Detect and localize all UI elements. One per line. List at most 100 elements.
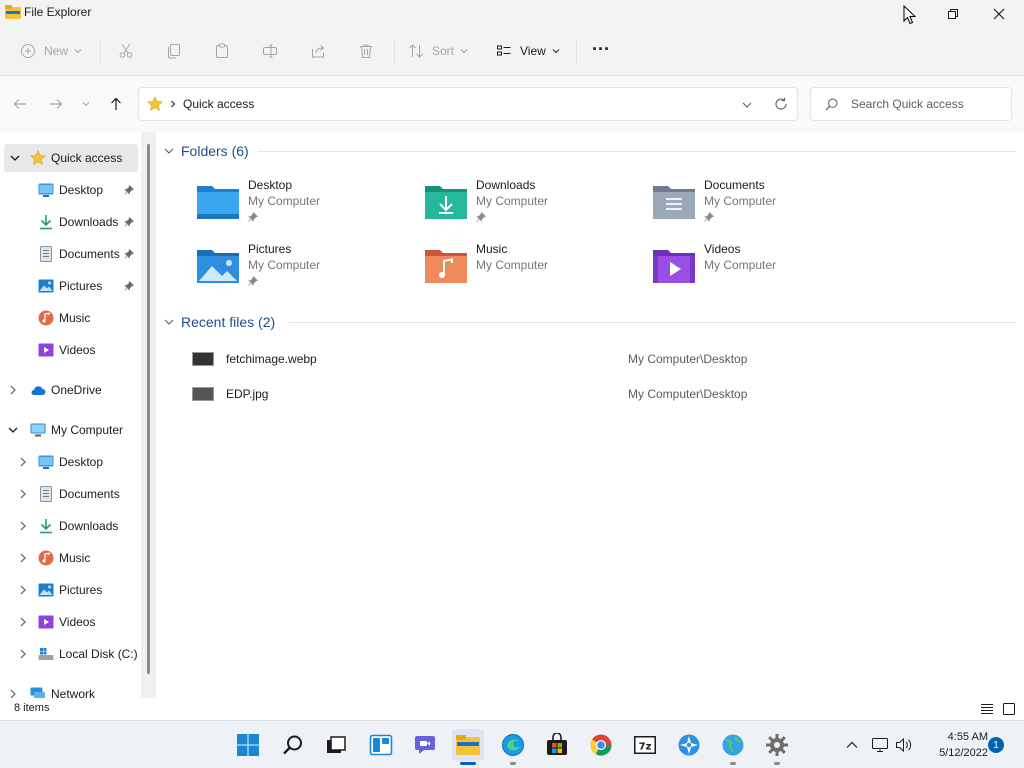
nav-label: Documents [59, 247, 120, 261]
nav-label: Quick access [51, 151, 123, 165]
chevron-right-icon[interactable] [18, 457, 28, 467]
nav-onedrive[interactable]: OneDrive [0, 376, 140, 404]
back-button[interactable] [10, 94, 30, 114]
chevron-down-icon[interactable] [164, 146, 174, 156]
search-button[interactable] [277, 729, 309, 761]
app-button[interactable] [717, 729, 749, 761]
command-bar: New Sort View ··· [0, 28, 1024, 76]
file-explorer-taskbar-button[interactable] [452, 729, 484, 761]
folder-tile-downloads[interactable]: Downloads My Computer [424, 176, 644, 232]
rename-button[interactable] [262, 38, 278, 64]
recent-locations-button[interactable] [76, 94, 96, 114]
store-button[interactable] [541, 729, 573, 761]
nav-qa-pictures[interactable]: Pictures [0, 272, 140, 300]
music-icon [38, 550, 54, 566]
app-button[interactable] [673, 729, 705, 761]
share-button[interactable] [310, 38, 326, 64]
nav-qa-documents[interactable]: Documents [0, 240, 140, 268]
nav-qa-downloads[interactable]: Downloads [0, 208, 140, 236]
folder-tile-videos[interactable]: Videos My Computer [652, 240, 872, 296]
tiles-view-icon[interactable] [1002, 702, 1016, 716]
chevron-right-icon[interactable] [8, 385, 18, 395]
volume-tray-button[interactable] [894, 735, 914, 755]
scroll-thumb[interactable] [147, 144, 150, 674]
chevron-right-icon[interactable] [18, 649, 28, 659]
nav-quick-access[interactable]: Quick access [4, 144, 138, 172]
nav-mc-pictures[interactable]: Pictures [0, 576, 140, 604]
teams-chat-button[interactable] [409, 729, 441, 761]
nav-scrollbar[interactable] [141, 132, 156, 698]
up-button[interactable] [106, 94, 126, 114]
nav-network[interactable]: Network [0, 680, 140, 698]
sort-button[interactable]: Sort [408, 38, 468, 64]
refresh-icon[interactable] [774, 97, 788, 111]
7zip-button[interactable]: 7z [629, 729, 661, 761]
nav-mc-desktop[interactable]: Desktop [0, 448, 140, 476]
nav-mc-downloads[interactable]: Downloads [0, 512, 140, 540]
chevron-right-icon[interactable] [18, 553, 28, 563]
nav-mc-documents[interactable]: Documents [0, 480, 140, 508]
delete-button[interactable] [358, 38, 374, 64]
recent-file-row[interactable]: fetchimage.webp My Computer\Desktop [192, 346, 1012, 374]
nav-qa-music[interactable]: Music [0, 304, 140, 332]
nav-mc-videos[interactable]: Videos [0, 608, 140, 636]
nav-my-computer[interactable]: My Computer [0, 416, 140, 444]
edge-button[interactable] [497, 729, 529, 761]
nav-mc-local-disk[interactable]: Local Disk (C:) [0, 640, 140, 668]
nav-qa-videos[interactable]: Videos [0, 336, 140, 364]
recent-header-label: Recent files (2) [181, 314, 276, 330]
folder-location: My Computer [248, 194, 321, 208]
task-view-button[interactable] [320, 729, 352, 761]
copy-button[interactable] [166, 38, 182, 64]
sort-label: Sort [432, 44, 455, 58]
nav-label: My Computer [51, 423, 124, 437]
recent-group-header[interactable]: Recent files (2) [164, 311, 275, 333]
address-path[interactable]: Quick access [183, 97, 254, 111]
search-placeholder[interactable]: Search Quick access [851, 97, 964, 111]
nav-label: Downloads [59, 215, 119, 229]
chevron-right-icon[interactable] [18, 489, 28, 499]
widgets-button[interactable] [365, 729, 397, 761]
folder-tile-music[interactable]: Music My Computer [424, 240, 644, 296]
chevron-right-icon[interactable] [18, 521, 28, 531]
nav-qa-desktop[interactable]: Desktop [0, 176, 140, 204]
folder-location: My Computer [704, 258, 777, 272]
folder-location: My Computer [476, 258, 549, 272]
image-thumbnail [192, 352, 214, 366]
details-view-icon[interactable] [980, 702, 994, 716]
chevron-down-icon[interactable] [8, 425, 18, 435]
folders-group-header[interactable]: Folders (6) [164, 140, 249, 162]
chevron-down-icon[interactable] [164, 317, 174, 327]
folder-tile-pictures[interactable]: Pictures My Computer [196, 240, 416, 296]
view-button[interactable]: View [496, 38, 560, 64]
more-options-button[interactable]: ··· [592, 36, 610, 62]
network-tray-button[interactable] [870, 735, 890, 755]
close-button[interactable] [976, 0, 1022, 28]
nav-mc-music[interactable]: Music [0, 544, 140, 572]
chrome-button[interactable] [585, 729, 617, 761]
clock[interactable]: 4:55 AM 5/12/2022 [920, 729, 988, 761]
show-hidden-icons-button[interactable] [842, 735, 862, 755]
search-box[interactable]: Search Quick access [810, 87, 1012, 121]
folder-tile-desktop[interactable]: Desktop My Computer [196, 176, 416, 232]
chevron-right-icon[interactable] [18, 617, 28, 627]
chevron-right-icon[interactable] [18, 585, 28, 595]
pin-icon [124, 249, 134, 259]
chevron-right-icon[interactable] [8, 689, 18, 698]
restore-button[interactable] [930, 0, 976, 28]
paste-button[interactable] [214, 38, 230, 64]
recent-file-row[interactable]: EDP.jpg My Computer\Desktop [192, 381, 1012, 409]
start-button[interactable] [232, 729, 264, 761]
cut-button[interactable] [118, 38, 134, 64]
notification-badge[interactable]: 1 [988, 737, 1004, 753]
cloud-icon [31, 386, 46, 395]
chevron-down-icon[interactable] [742, 100, 752, 110]
folder-tile-documents[interactable]: Documents My Computer [652, 176, 872, 232]
forward-button[interactable] [46, 94, 66, 114]
address-bar[interactable]: Quick access [138, 87, 798, 121]
settings-button[interactable] [761, 729, 793, 761]
chevron-down-icon[interactable] [10, 153, 20, 163]
paste-icon [216, 43, 228, 58]
new-button[interactable]: New [20, 38, 82, 64]
folders-header-label: Folders (6) [181, 143, 249, 159]
